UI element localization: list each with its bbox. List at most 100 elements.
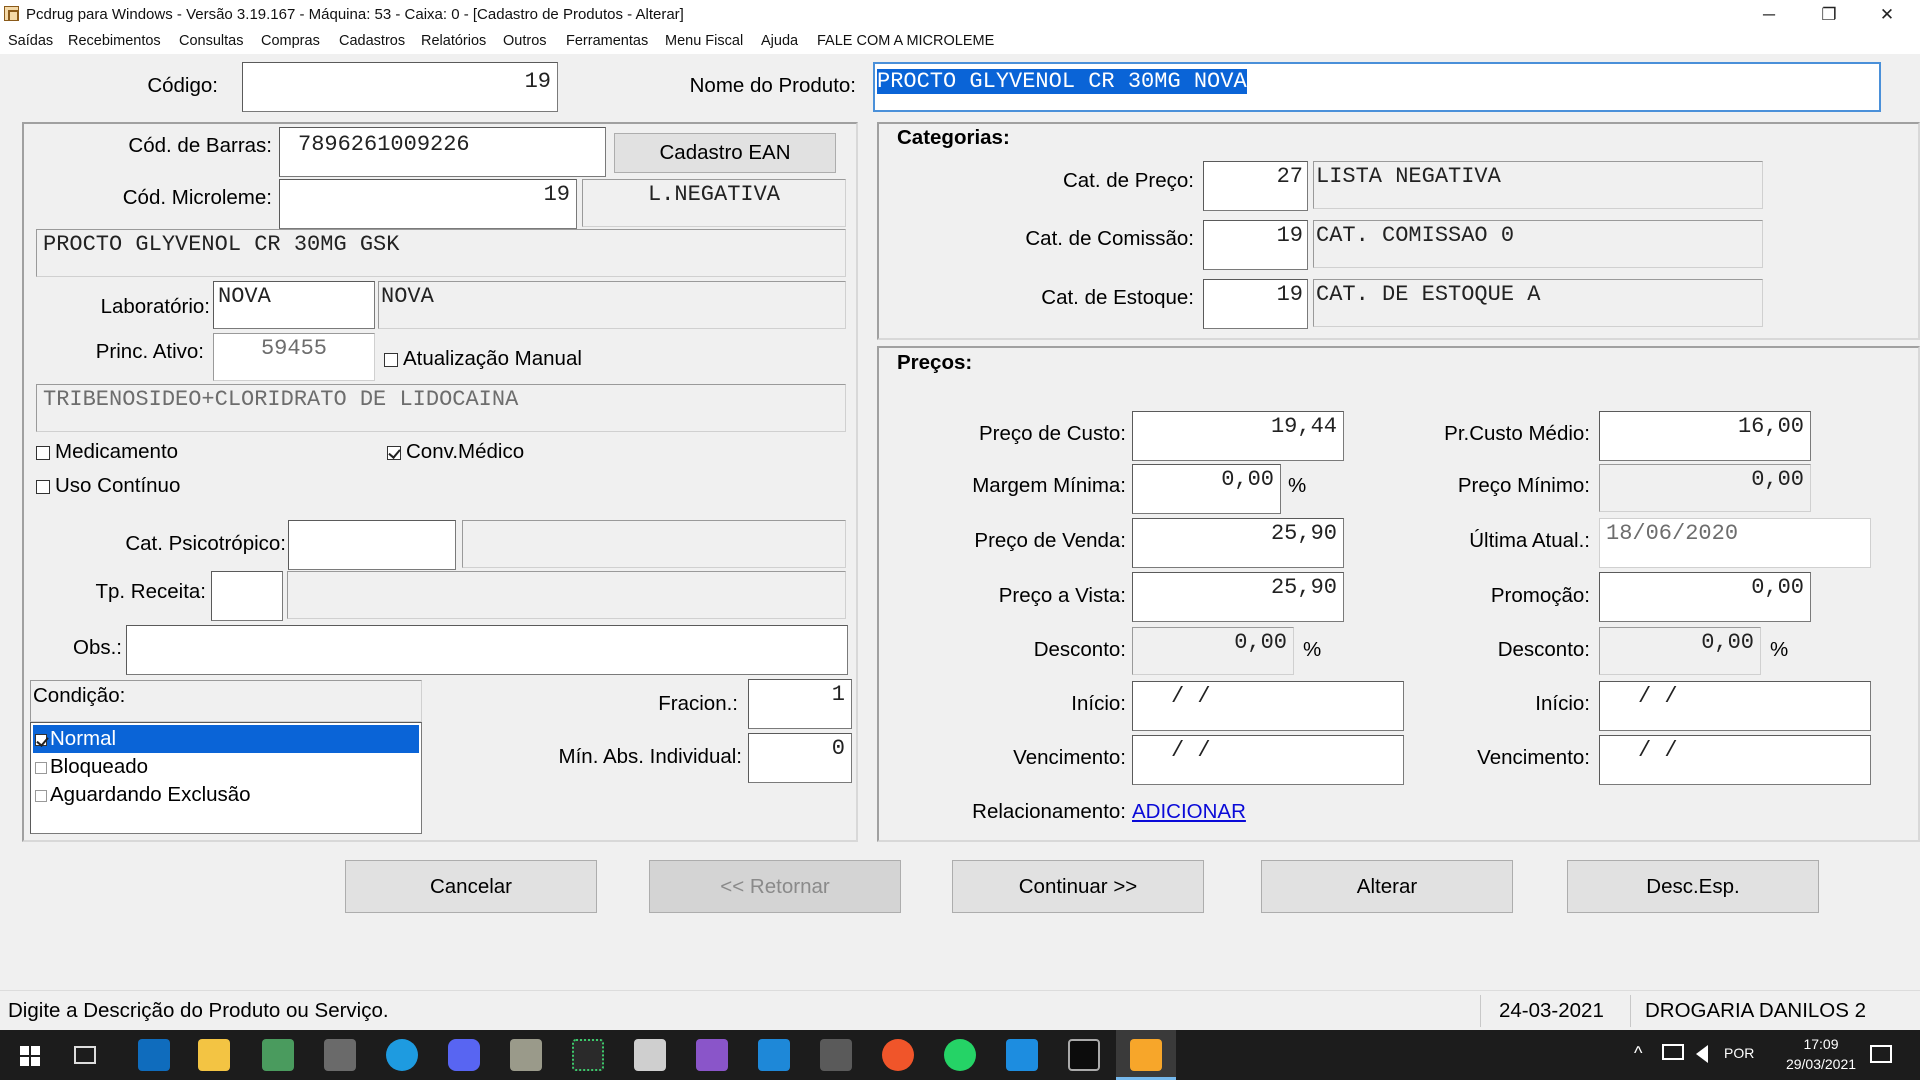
nome-produto-field[interactable]: PROCTO GLYVENOL CR 30MG NOVA [873, 62, 1881, 112]
menu-cadastros[interactable]: Cadastros [339, 33, 405, 49]
discord-icon[interactable] [448, 1039, 480, 1071]
menu-compras[interactable]: Compras [261, 33, 320, 49]
codigo-field[interactable]: 19 [242, 62, 558, 112]
condicao-list[interactable]: Normal Bloqueado Aguardando Exclusão [30, 722, 422, 834]
network-icon[interactable] [1662, 1044, 1684, 1060]
menu-fiscal[interactable]: Menu Fiscal [665, 33, 743, 49]
cat-comissao-cod[interactable]: 19 [1203, 220, 1308, 270]
nome-produto-label: Nome do Produto: [689, 74, 856, 97]
close-button[interactable]: ✕ [1858, 0, 1916, 30]
task-view-icon[interactable] [74, 1046, 96, 1064]
menu-ferramentas[interactable]: Ferramentas [566, 33, 648, 49]
clock-time[interactable]: 17:09 [1786, 1036, 1856, 1052]
conv-medico-box[interactable] [387, 445, 401, 460]
volume-icon[interactable] [1696, 1045, 1708, 1063]
notifications-icon[interactable] [1870, 1045, 1892, 1063]
ultima-atual-field: 18/06/2020 [1599, 518, 1871, 568]
obs-label: Obs.: [73, 636, 122, 659]
atualizacao-manual-box[interactable] [384, 352, 398, 367]
alterar-button[interactable]: Alterar [1261, 860, 1513, 913]
app-icon-orange[interactable] [882, 1039, 914, 1071]
trello-icon[interactable] [1006, 1039, 1038, 1071]
whatsapp-icon[interactable] [944, 1039, 976, 1071]
pcdrug-icon[interactable] [1130, 1039, 1162, 1071]
tray-chevron-icon[interactable]: ^ [1634, 1043, 1642, 1064]
inicio-field[interactable]: / / [1132, 681, 1404, 731]
file-explorer-icon[interactable] [198, 1039, 230, 1071]
cat-estoque-cod[interactable]: 19 [1203, 279, 1308, 329]
barras-field[interactable]: 7896261009226 [279, 127, 606, 177]
visual-studio-icon[interactable] [696, 1039, 728, 1071]
margem-field[interactable]: 0,00 [1132, 464, 1281, 514]
app-icon-archive[interactable] [510, 1039, 542, 1071]
vencimento-field[interactable]: / / [1132, 735, 1404, 785]
custo-medio-field[interactable]: 16,00 [1599, 411, 1811, 461]
taskbar: ^ POR 17:09 29/03/2021 [0, 1030, 1920, 1080]
psicotropico-field[interactable] [288, 520, 456, 570]
atualizacao-manual-checkbox[interactable]: Atualização Manual [384, 347, 582, 371]
condicao-item-aguardando[interactable]: Aguardando Exclusão [33, 781, 419, 809]
continuar-button[interactable]: Continuar >> [952, 860, 1204, 913]
app-icon-gray[interactable] [324, 1039, 356, 1071]
cancelar-button[interactable]: Cancelar [345, 860, 597, 913]
terminal-icon[interactable] [1068, 1039, 1100, 1071]
normal-check[interactable] [35, 733, 47, 746]
language-indicator[interactable]: POR [1724, 1045, 1754, 1061]
app-icon-network[interactable] [820, 1039, 852, 1071]
laboratorio-cod-field[interactable]: NOVA [213, 281, 375, 329]
minimize-button[interactable]: ─ [1740, 0, 1798, 30]
condicao-item-bloqueado[interactable]: Bloqueado [33, 753, 419, 781]
fracion-field[interactable]: 1 [748, 679, 852, 729]
bloqueado-check[interactable] [35, 761, 47, 774]
edge-icon[interactable] [386, 1039, 418, 1071]
microleme-desc: L.NEGATIVA [582, 179, 846, 227]
cat-preco-cod[interactable]: 27 [1203, 161, 1308, 211]
vscode-icon[interactable] [758, 1039, 790, 1071]
menu-consultas[interactable]: Consultas [179, 33, 243, 49]
uso-continuo-checkbox[interactable]: Uso Contínuo [36, 474, 180, 498]
cadastro-ean-button[interactable]: Cadastro EAN [614, 133, 836, 173]
maximize-button[interactable]: ❐ [1800, 0, 1858, 30]
start-icon[interactable] [20, 1046, 40, 1066]
condicao-item-normal[interactable]: Normal [33, 725, 419, 753]
desc-esp-button[interactable]: Desc.Esp. [1567, 860, 1819, 913]
outlook-icon[interactable] [138, 1039, 170, 1071]
app-icon [4, 6, 19, 21]
menu-relatorios[interactable]: Relatórios [421, 33, 486, 49]
menu-recebimentos[interactable]: Recebimentos [68, 33, 161, 49]
slack-icon[interactable] [572, 1039, 604, 1071]
retornar-button[interactable]: << Retornar [649, 860, 901, 913]
app-icon-window[interactable] [634, 1039, 666, 1071]
vencimento2-field[interactable]: / / [1599, 735, 1871, 785]
principio-cod-field[interactable]: 59455 [213, 333, 375, 381]
inicio2-field[interactable]: / / [1599, 681, 1871, 731]
venda-field[interactable]: 25,90 [1132, 518, 1344, 568]
menu-ajuda[interactable]: Ajuda [761, 33, 798, 49]
uso-continuo-box[interactable] [36, 479, 50, 494]
receita-field[interactable] [211, 571, 283, 621]
clock-date[interactable]: 29/03/2021 [1776, 1056, 1866, 1072]
status-store: DROGARIA DANILOS 2 [1645, 999, 1867, 1022]
menu-fale-com-microleme[interactable]: FALE COM A MICROLEME [817, 33, 994, 49]
app-icon-green[interactable] [262, 1039, 294, 1071]
condicao-normal-label: Normal [50, 727, 117, 750]
conv-medico-checkbox[interactable]: Conv.Médico [387, 440, 524, 464]
min-abs-field[interactable]: 0 [748, 733, 852, 783]
medicamento-checkbox[interactable]: Medicamento [36, 440, 178, 464]
menu-saidas[interactable]: Saídas [8, 33, 53, 49]
aguardando-check[interactable] [35, 789, 47, 802]
promocao-field[interactable]: 0,00 [1599, 572, 1811, 622]
obs-field[interactable] [126, 625, 848, 675]
desconto2-label: Desconto: [1497, 638, 1590, 661]
medicamento-box[interactable] [36, 445, 50, 460]
descricao-field: PROCTO GLYVENOL CR 30MG GSK [36, 229, 846, 277]
ultima-atual-label: Última Atual.: [1469, 529, 1590, 552]
custo-label: Preço de Custo: [979, 422, 1126, 445]
menu-outros[interactable]: Outros [503, 33, 547, 49]
adicionar-link[interactable]: ADICIONAR [1132, 800, 1246, 824]
microleme-field[interactable]: 19 [279, 179, 577, 229]
laboratorio-label: Laboratório: [100, 295, 210, 318]
custo-field[interactable]: 19,44 [1132, 411, 1344, 461]
vista-field[interactable]: 25,90 [1132, 572, 1344, 622]
microleme-label: Cód. Microleme: [122, 186, 272, 209]
